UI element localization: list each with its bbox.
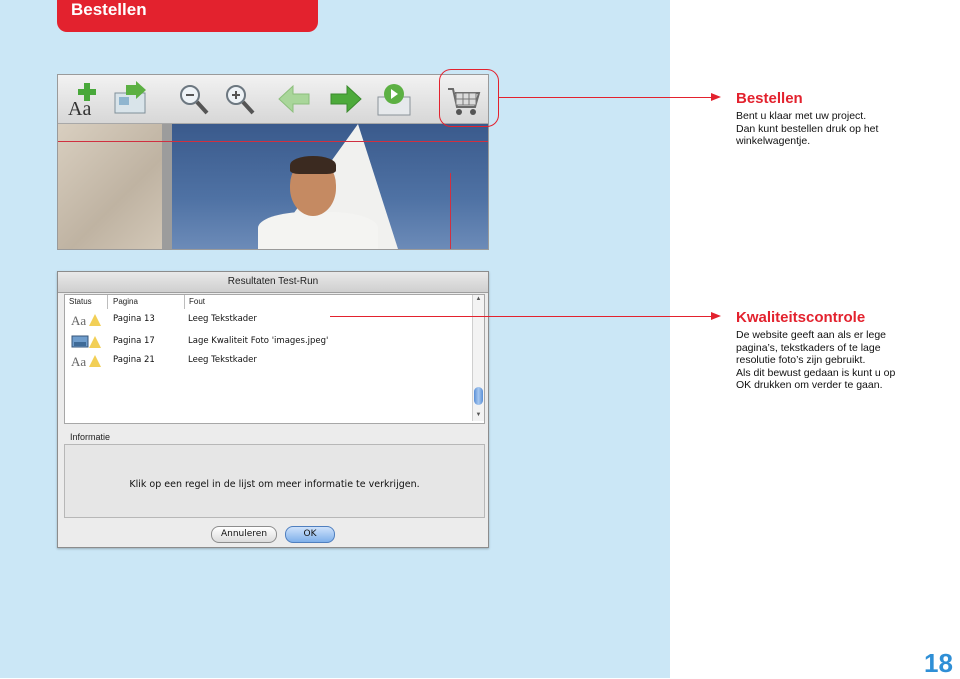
row-page: Pagina 13 xyxy=(113,314,155,324)
sand-photo xyxy=(58,124,162,249)
photo-warning-icon xyxy=(71,334,105,350)
arrow-head-icon xyxy=(711,93,721,101)
row-page: Pagina 21 xyxy=(113,355,155,365)
section-header: Bestellen xyxy=(57,0,318,32)
margin-guide-vertical xyxy=(450,173,451,249)
callout-line-kwaliteit xyxy=(330,316,713,317)
callout-line: Bent u klaar met uw project. xyxy=(736,110,867,122)
callout-line: OK drukken om verder te gaan. xyxy=(736,379,883,391)
row-error: Leeg Tekstkader xyxy=(188,314,257,324)
svg-text:Aa: Aa xyxy=(68,98,91,119)
zoom-in-icon[interactable] xyxy=(222,79,258,119)
column-error[interactable]: Fout xyxy=(189,297,205,306)
info-box: Klik op een regel in de lijst om meer in… xyxy=(64,444,485,518)
page-number: 18 xyxy=(924,648,953,678)
callout-line: Als dit bewust gedaan is kunt u op xyxy=(736,366,896,379)
callout-line: winkelwagentje. xyxy=(736,135,811,147)
list-scrollbar[interactable]: ▲ ▼ xyxy=(472,295,484,421)
text-warning-icon: Aa xyxy=(71,312,105,328)
zoom-out-icon[interactable] xyxy=(176,79,212,119)
forward-arrow-icon[interactable] xyxy=(328,79,364,119)
test-run-dialog: Resultaten Test-Run Status Pagina Fout A… xyxy=(57,271,489,548)
callout-line: pagina’s, tekstkaders of te lage xyxy=(736,341,881,354)
table-row[interactable]: Pagina 17 Lage Kwaliteit Foto 'images.jp… xyxy=(65,334,475,352)
row-error: Lage Kwaliteit Foto 'images.jpeg' xyxy=(188,336,329,346)
toolbar: Aa xyxy=(58,75,488,124)
scroll-thumb[interactable] xyxy=(474,387,483,405)
callout-line: Dan kunt bestellen druk op het xyxy=(736,122,879,135)
callout-title-bestellen: Bestellen xyxy=(736,90,803,107)
callout-line: resolutie foto’s zijn gebruikt. xyxy=(736,354,866,366)
column-separator xyxy=(184,295,185,309)
column-page[interactable]: Pagina xyxy=(113,297,138,306)
row-page: Pagina 17 xyxy=(113,336,155,346)
back-arrow-icon[interactable] xyxy=(276,79,312,119)
person-hair xyxy=(290,156,336,174)
sailing-photo xyxy=(58,124,488,249)
person-shirt xyxy=(258,212,378,249)
callout-body-bestellen: Bent u klaar met uw project. Dan kunt be… xyxy=(736,110,951,148)
preview-icon[interactable] xyxy=(376,79,412,119)
editor-screenshot: Aa xyxy=(57,74,489,250)
dialog-title: Resultaten Test-Run xyxy=(58,272,488,293)
column-status[interactable]: Status xyxy=(69,297,92,306)
scroll-up-icon[interactable]: ▲ xyxy=(474,295,483,303)
callout-line-bestellen xyxy=(499,97,713,98)
results-list[interactable]: Status Pagina Fout Aa Pagina 13 Leeg Tek… xyxy=(64,294,485,424)
ok-button[interactable]: OK xyxy=(285,526,335,543)
row-error: Leeg Tekstkader xyxy=(188,355,257,365)
text-warning-icon: Aa xyxy=(71,353,105,369)
info-label: Informatie xyxy=(70,432,111,442)
callout-body-kwaliteit: De website geeft aan als er lege pagina’… xyxy=(736,329,951,392)
margin-guide-horizontal xyxy=(58,141,488,142)
add-text-icon[interactable]: Aa xyxy=(66,79,102,120)
table-row[interactable]: Aa Pagina 13 Leeg Tekstkader xyxy=(65,312,475,330)
cancel-button[interactable]: Annuleren xyxy=(211,526,277,543)
page-gutter xyxy=(162,124,172,249)
column-separator xyxy=(107,295,108,309)
arrow-head-icon xyxy=(711,312,721,320)
import-photos-icon[interactable] xyxy=(112,79,148,119)
info-text: Klik op een regel in de lijst om meer in… xyxy=(129,479,420,490)
cart-highlight xyxy=(439,69,499,127)
svg-text:Aa: Aa xyxy=(71,354,86,369)
scroll-down-icon[interactable]: ▼ xyxy=(474,411,483,419)
svg-text:Aa: Aa xyxy=(71,313,86,328)
table-row[interactable]: Aa Pagina 21 Leeg Tekstkader xyxy=(65,353,475,371)
callout-title-kwaliteit: Kwaliteitscontrole xyxy=(736,309,866,326)
callout-line: De website geeft aan als er lege xyxy=(736,329,887,341)
